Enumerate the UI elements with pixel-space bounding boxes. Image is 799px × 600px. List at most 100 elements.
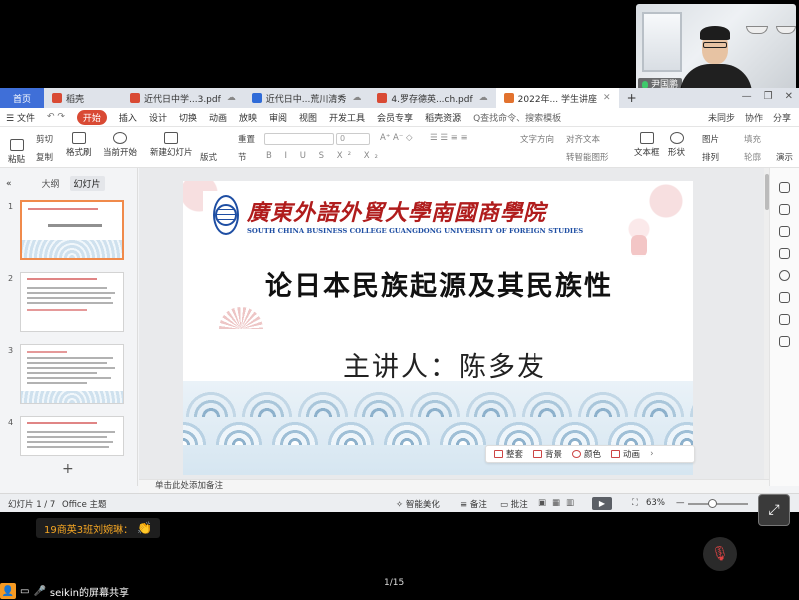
outline-button[interactable]: 轮廓 xyxy=(744,151,761,163)
animation-button[interactable]: 动画 xyxy=(611,448,640,460)
command-search[interactable]: Q查找命令、搜索模板 xyxy=(473,111,561,124)
undo-icon[interactable]: ↶ ↷ xyxy=(47,112,65,122)
notes-area[interactable]: 单击此处添加备注 xyxy=(139,479,769,493)
arrange-button[interactable]: 排列 xyxy=(702,151,719,163)
collaborate-button[interactable]: 协作 xyxy=(745,111,763,124)
menu-insert[interactable]: 插入 xyxy=(119,111,137,124)
menu-start[interactable]: 开始 xyxy=(76,109,107,125)
expand-screen-button[interactable]: ⤢ xyxy=(758,494,790,526)
textbox-button[interactable]: 文本框 xyxy=(634,132,660,158)
design-icon[interactable] xyxy=(779,182,790,193)
minimize-icon[interactable]: — xyxy=(742,91,752,102)
zoom-out-icon[interactable]: — xyxy=(676,498,685,508)
school-name-en: SOUTH CHINA BUSINESS COLLEGE GUANGDONG U… xyxy=(247,227,584,235)
picture-button[interactable]: 图片 xyxy=(702,133,719,145)
font-size-adjust-icon[interactable]: A⁺ A⁻ ◇ xyxy=(380,133,413,143)
layout-button[interactable]: 版式 xyxy=(200,151,217,163)
chevron-right-icon[interactable]: › xyxy=(650,449,653,459)
cut-button[interactable]: 剪切 xyxy=(36,133,53,145)
slide-thumbnail[interactable] xyxy=(20,344,124,404)
menu-transition[interactable]: 切换 xyxy=(179,111,197,124)
list-buttons[interactable]: ☰ ☰ ≡ ≡ xyxy=(430,133,468,143)
close-window-icon[interactable]: ✕ xyxy=(785,91,793,102)
fit-window-icon[interactable]: ⛶ xyxy=(632,498,638,508)
shape-button[interactable]: 形状 xyxy=(668,132,685,158)
new-tab-button[interactable]: + xyxy=(619,88,645,108)
export-icon[interactable] xyxy=(779,292,790,303)
menu-daoke-resources[interactable]: 稻壳资源 xyxy=(425,111,461,124)
play-current-button[interactable]: 当前开始 xyxy=(103,132,137,158)
section-button[interactable]: 节 xyxy=(238,151,247,163)
current-slide[interactable]: 廣東外語外貿大學南國商學院 SOUTH CHINA BUSINESS COLLE… xyxy=(183,181,693,475)
tab-slides[interactable]: 幻灯片 xyxy=(69,176,105,191)
menu-file[interactable]: ☰ 文件 xyxy=(6,111,35,124)
background-button[interactable]: 背景 xyxy=(533,448,562,460)
tab-pdf-2[interactable]: 4.罗存德英...ch.pdf ☁ xyxy=(369,88,495,108)
share-button[interactable]: 分享 xyxy=(773,111,791,124)
color-button[interactable]: 颜色 xyxy=(572,448,601,460)
add-slide-button[interactable]: + xyxy=(62,461,74,477)
presentation-button[interactable]: 演示 xyxy=(776,151,793,163)
smartart-button[interactable]: 转智能图形 xyxy=(566,151,609,163)
menu-member[interactable]: 会员专享 xyxy=(377,111,413,124)
zoom-slider[interactable] xyxy=(688,503,748,505)
comments-button[interactable]: ▭ 批注 xyxy=(500,498,528,510)
smart-beautify-button[interactable]: ✧ 智能美化 xyxy=(396,498,440,510)
notes-toggle-button[interactable]: ≡ 备注 xyxy=(460,498,487,510)
tab-outline[interactable]: 大纲 xyxy=(38,176,64,191)
location-icon[interactable] xyxy=(779,314,790,325)
text-direction-button[interactable]: 文字方向 xyxy=(520,133,554,145)
pin-icon[interactable] xyxy=(779,226,790,237)
fill-button[interactable]: 填充 xyxy=(744,133,761,145)
view-mode-buttons[interactable]: ▣▦▥ xyxy=(538,498,580,508)
tab-doc[interactable]: 近代日中...荒川清秀 ☁ xyxy=(244,88,370,108)
screen-share-text: seikin的屏幕共享 xyxy=(49,587,129,599)
slide-quick-toolbar: 整套 背景 颜色 动画 › xyxy=(485,445,695,463)
font-size-select[interactable]: 0 xyxy=(336,133,370,145)
tab-daoke[interactable]: 稻壳 xyxy=(44,88,92,108)
align-text-button[interactable]: 对齐文本 xyxy=(566,133,600,145)
menu-animation[interactable]: 动画 xyxy=(209,111,227,124)
cube-icon[interactable] xyxy=(779,336,790,347)
participant-video[interactable]: 尹国鹏 xyxy=(636,4,796,94)
font-family-select[interactable] xyxy=(264,133,334,145)
menu-review[interactable]: 审阅 xyxy=(269,111,287,124)
slideshow-play-button[interactable]: ▶ xyxy=(592,497,612,510)
tab-presentation[interactable]: 2022年... 学生讲座 ✕ xyxy=(495,88,619,108)
title-box[interactable]: 论日本民族起源及其民族性 xyxy=(209,255,669,311)
help-icon[interactable] xyxy=(779,270,790,281)
reset-button[interactable]: 重置 xyxy=(238,133,255,145)
select-icon[interactable] xyxy=(779,204,790,215)
slide-thumbnail[interactable] xyxy=(20,416,124,456)
restore-icon[interactable]: ❐ xyxy=(764,91,773,102)
font-style-buttons[interactable]: B I U S X² X₂ xyxy=(266,151,383,161)
slide-thumbnail[interactable] xyxy=(20,200,124,260)
menu-developer[interactable]: 开发工具 xyxy=(329,111,365,124)
sync-status[interactable]: 未同步 xyxy=(708,111,735,124)
transition-icon[interactable] xyxy=(779,248,790,259)
background-icon xyxy=(533,450,543,458)
copy-button[interactable]: 复制 xyxy=(36,151,53,163)
mute-button[interactable]: 🎙 xyxy=(703,537,737,571)
clap-emoji: 👏 xyxy=(137,521,153,535)
collapse-panel-icon[interactable]: « xyxy=(6,179,12,189)
presenter-text[interactable]: 主讲人：陈多友 xyxy=(343,345,546,384)
shared-wps-window: 首页 稻壳 近代日中学...3.pdf ☁ 近代日中...荒川清秀 ☁ 4.罗存… xyxy=(0,88,799,512)
format-painter-button[interactable]: 格式刷 xyxy=(66,132,92,158)
zoom-level[interactable]: 63% xyxy=(646,498,665,508)
thumb-number: 1 xyxy=(8,202,14,211)
close-icon[interactable]: ✕ xyxy=(603,93,611,103)
menu-design[interactable]: 设计 xyxy=(149,111,167,124)
new-slide-button[interactable]: 新建幻灯片 xyxy=(150,132,193,158)
template-set-button[interactable]: 整套 xyxy=(494,448,523,460)
pdf-icon xyxy=(130,93,141,103)
menu-view[interactable]: 视图 xyxy=(299,111,317,124)
zoom-slider-knob[interactable] xyxy=(708,499,717,508)
template-icon xyxy=(494,450,503,458)
tab-home[interactable]: 首页 xyxy=(0,88,44,108)
slide-thumbnail[interactable] xyxy=(20,272,124,332)
tab-pdf-1[interactable]: 近代日中学...3.pdf ☁ xyxy=(122,88,244,108)
window-controls: — ❐ ✕ xyxy=(742,91,793,102)
menu-slideshow[interactable]: 放映 xyxy=(239,111,257,124)
paste-button[interactable]: 粘贴 xyxy=(8,139,25,165)
